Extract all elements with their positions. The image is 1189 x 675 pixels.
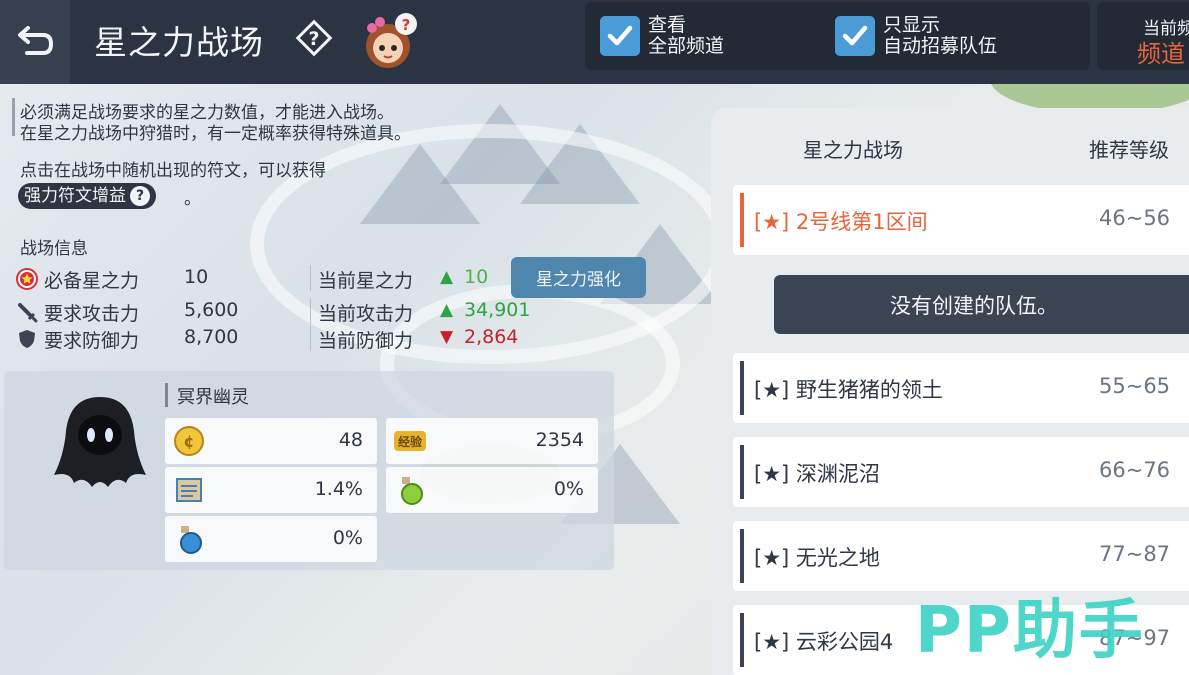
current-defense-value: 2,864 — [464, 326, 519, 348]
required-star-force-value: 10 — [184, 266, 209, 288]
arrow-up-icon: ▲ — [440, 267, 454, 287]
battlefield-name: [★] 云彩公园4 — [754, 630, 894, 654]
star-force-icon — [16, 268, 38, 290]
filter-panel: 查看 全部频道 只显示 自动招募队伍 — [585, 2, 1090, 70]
attack-row: 要求攻击力 5,600 当前攻击力 ▲ 34,901 — [16, 298, 530, 326]
item-stripe — [740, 445, 744, 499]
current-star-force-value: 10 — [464, 266, 489, 288]
auto-recruit-only-checkbox[interactable] — [835, 16, 875, 56]
scroll-drop-cell: 1.4% — [165, 467, 377, 513]
exp-value: 2354 — [535, 429, 584, 451]
current-star-force-label: 当前星之力 — [318, 270, 414, 292]
current-channel-value: 频道 — [1137, 40, 1185, 68]
view-all-channels-label: 查看 全部频道 — [648, 14, 725, 57]
battlefield-level: 46~56 — [1099, 206, 1171, 230]
question-icon: ? — [130, 186, 150, 206]
required-defense-value: 8,700 — [184, 326, 239, 348]
top-bar: 星之力战场 ? ? 查看 全部频道 只显示 自动招募队伍 当前频 频道 — [0, 0, 1189, 84]
shield-icon — [19, 330, 35, 348]
divider — [310, 265, 311, 291]
view-all-channels-checkbox[interactable] — [600, 16, 640, 56]
battlefield-item[interactable]: [★] 深渊泥沼 66~76 — [733, 437, 1189, 507]
description-line-2: 在星之力战场中狩猎时，有一定概率获得特殊道具。 — [20, 124, 411, 144]
description-line-3: 点击在战场中随机出现的符文，可以获得 — [20, 161, 326, 181]
current-attack-label: 当前攻击力 — [318, 303, 414, 325]
help-icon[interactable]: ? — [294, 18, 334, 58]
battlefield-item[interactable]: [★] 野生猪猪的领土 55~65 — [733, 353, 1189, 423]
arrow-up-icon: ▲ — [440, 300, 454, 320]
item-stripe — [740, 613, 744, 667]
column-header-level: 推荐等级 — [1089, 138, 1169, 162]
svg-text:¢: ¢ — [183, 432, 194, 451]
meso-drop-cell: ¢ 48 — [165, 418, 377, 464]
svg-text:?: ? — [308, 28, 319, 50]
svg-text:?: ? — [402, 16, 411, 34]
battlefield-level: 55~65 — [1099, 374, 1171, 398]
current-attack-value: 34,901 — [464, 299, 531, 321]
selection-stripe — [740, 193, 744, 247]
item-stripe — [740, 529, 744, 583]
rune-buff-label: 强力符文增益 — [24, 186, 126, 206]
guide-character-icon[interactable]: ? — [358, 10, 422, 74]
item-stripe — [740, 361, 744, 415]
green-potion-value: 0% — [553, 478, 584, 500]
required-defense-label: 要求防御力 — [44, 330, 140, 352]
scroll-icon — [176, 478, 202, 502]
battlefield-name: [★] 野生猪猪的领土 — [754, 378, 943, 402]
description-suffix: 。 — [184, 189, 201, 209]
rune-buff-link[interactable]: 强力符文增益 ? — [18, 183, 156, 209]
defense-row: 要求防御力 8,700 当前防御力 ▼ 2,864 — [16, 325, 519, 353]
battlefield-item[interactable]: [★] 2号线第1区间 46~56 — [733, 185, 1189, 255]
battlefield-name: [★] 无光之地 — [754, 546, 880, 570]
back-button[interactable] — [0, 0, 70, 84]
page-title: 星之力战场 — [94, 23, 264, 62]
battlefield-level: 66~76 — [1099, 458, 1171, 482]
sword-icon — [18, 303, 38, 323]
blue-potion-icon — [180, 526, 202, 554]
current-channel-button[interactable]: 当前频 频道 — [1097, 2, 1189, 70]
ghost-monster-icon — [54, 397, 146, 487]
green-potion-icon — [401, 477, 423, 505]
current-defense-label: 当前防御力 — [318, 330, 414, 352]
exp-icon: 经验 — [394, 431, 426, 451]
meso-value: 48 — [338, 429, 363, 451]
watermark: PP助手 — [915, 594, 1145, 668]
exp-cell: 经验 2354 — [386, 418, 598, 464]
required-star-force-label: 必备星之力 — [44, 270, 140, 292]
blue-potion-cell: 0% — [165, 516, 377, 562]
arrow-down-icon: ▼ — [440, 327, 454, 347]
star-force-row: 必备星之力 10 当前星之力 ▲ 10 — [16, 265, 516, 293]
exp-icon-text: 经验 — [398, 434, 423, 449]
blue-potion-value: 0% — [332, 527, 363, 549]
column-header-battlefield: 星之力战场 — [803, 138, 903, 162]
monster-card: 冥界幽灵 ¢ 48 经验 2354 1.4% 0% 0% — [4, 371, 614, 570]
monster-name-divider — [165, 383, 168, 407]
divider — [310, 325, 311, 351]
battlefield-level: 77~87 — [1099, 542, 1171, 566]
no-party-message: 没有创建的队伍。 — [774, 275, 1189, 334]
checkmark-icon — [607, 25, 633, 46]
checkmark-icon — [842, 25, 868, 46]
back-arrow-icon — [18, 26, 54, 55]
required-attack-value: 5,600 — [184, 299, 239, 321]
monster-name: 冥界幽灵 — [177, 387, 249, 408]
field-info-title: 战场信息 — [20, 239, 88, 259]
green-potion-cell: 0% — [386, 467, 598, 513]
battlefield-name: [★] 2号线第1区间 — [754, 210, 928, 234]
meso-coin-icon: ¢ — [174, 426, 204, 456]
battlefield-name: [★] 深渊泥沼 — [754, 462, 880, 486]
divider — [310, 298, 311, 324]
scroll-drop-value: 1.4% — [314, 478, 363, 500]
description-divider — [12, 98, 15, 136]
star-force-enhance-button[interactable]: 星之力强化 — [511, 257, 646, 298]
auto-recruit-only-label: 只显示 自动招募队伍 — [883, 14, 998, 57]
required-attack-label: 要求攻击力 — [44, 303, 140, 325]
